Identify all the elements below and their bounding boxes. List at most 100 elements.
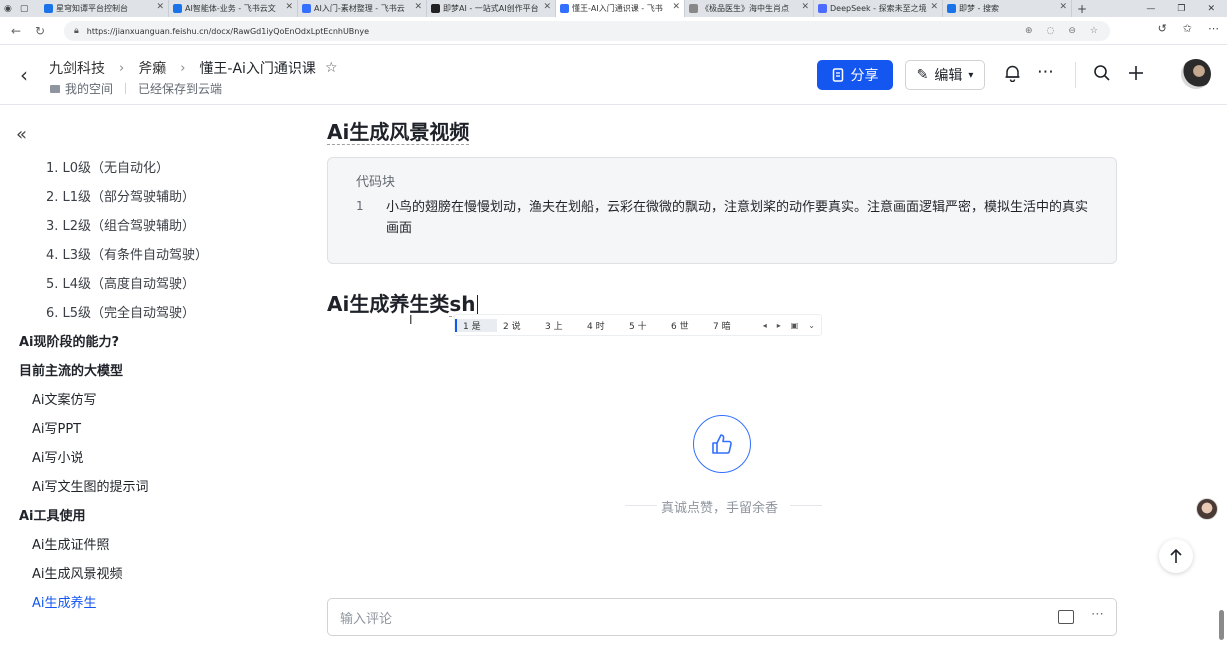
thumbs-up-icon <box>712 434 732 454</box>
browser-tab[interactable]: 懂王-AI入门通识课 - 飞书 ✕ <box>556 0 685 17</box>
doc-subinfo: 我的空间 已经保存到云端 <box>50 80 222 97</box>
close-tab-icon[interactable]: ✕ <box>285 2 293 12</box>
toc-item[interactable]: 6. L5级（完全自动驾驶） <box>46 302 195 321</box>
close-tab-icon[interactable]: ✕ <box>543 2 551 12</box>
close-tab-icon[interactable]: ✕ <box>672 2 680 12</box>
heading-landscape-video[interactable]: Ai生成风景视频 <box>327 116 470 145</box>
browser-tab[interactable]: 《极品医生》海中生肖点 ✕ <box>685 0 814 17</box>
ime-candidate[interactable]: 6 世 <box>665 319 707 332</box>
close-tab-icon[interactable]: ✕ <box>930 2 938 12</box>
code-block-label: 代码块 <box>356 175 396 190</box>
crumb-org[interactable]: 九剑科技 <box>49 58 105 78</box>
crumb-doc-title[interactable]: 懂王-Ai入门通识课 <box>199 58 316 78</box>
close-tab-icon[interactable]: ✕ <box>156 2 164 12</box>
bell-icon[interactable] <box>1004 64 1021 87</box>
toc-item[interactable]: Ai写文生图的提示词 <box>32 476 149 495</box>
close-tab-icon[interactable]: ✕ <box>1059 2 1067 12</box>
avatar[interactable] <box>1181 59 1211 89</box>
assistant-avatar[interactable] <box>1196 498 1218 520</box>
toc-item[interactable]: Ai文案仿写 <box>32 389 97 408</box>
scrollbar-thumb[interactable] <box>1219 610 1224 640</box>
lock-icon[interactable]: 🔒︎ <box>74 26 79 36</box>
add-icon[interactable] <box>1127 64 1145 87</box>
ime-controls: ◂ ▸ ▣ ⌄ <box>763 321 821 330</box>
menu-dots-icon[interactable]: ⋯ <box>1208 22 1219 35</box>
tab-actions-icon[interactable]: ▢ <box>20 4 29 14</box>
browser-tab[interactable]: AI智能体-业务 - 飞书云文 ✕ <box>169 0 298 17</box>
heading-health-editing[interactable]: Ai生成养生类sh <box>327 288 478 317</box>
breadcrumb: 九剑科技 › 斧癞 › 懂王-Ai入门通识课 ☆ <box>49 58 338 78</box>
toc-item[interactable]: Ai现阶段的能力? <box>19 331 119 350</box>
tab-favicon-icon <box>173 4 182 13</box>
chevron-down-icon[interactable]: ⌄ <box>808 321 815 330</box>
tab-label: DeepSeek - 探索未至之境 <box>830 4 927 13</box>
toc-item[interactable]: 1. L0级（无自动化） <box>46 157 169 176</box>
share-button[interactable]: 分享 <box>817 60 893 90</box>
back-to-top-button[interactable] <box>1159 539 1193 573</box>
ime-candidate[interactable]: 4 时 <box>581 319 623 332</box>
back-arrow-icon[interactable]: ← <box>4 24 28 38</box>
toc-item[interactable]: 5. L4级（高度自动驾驶） <box>46 273 195 292</box>
extension-icon[interactable]: ◌ <box>1047 26 1055 36</box>
toc-item[interactable]: Ai写小说 <box>32 447 84 466</box>
chevron-right-icon: › <box>119 60 125 76</box>
tab-strip: 星穹知谭平台控制台 ✕ AI智能体-业务 - 飞书云文 ✕ AI入门-素材整理 - 飞书… <box>40 0 1072 17</box>
url-field[interactable]: 🔒︎ https://jianxuanguan.feishu.cn/docx/R… <box>64 21 1110 41</box>
ime-candidate[interactable]: 3 上 <box>539 319 581 332</box>
save-status: 已经保存到云端 <box>138 82 223 96</box>
close-window-icon[interactable]: ✕ <box>1207 4 1215 14</box>
toc-item[interactable]: 3. L2级（组合驾驶辅助） <box>46 215 195 234</box>
close-tab-icon[interactable]: ✕ <box>414 2 422 12</box>
toc-sidebar: « 1. L0级（无自动化） 2. L1级（部分驾驶辅助） 3. L2级（组合驾驶辅… <box>0 106 300 658</box>
restore-icon[interactable]: ❐ <box>1177 4 1185 14</box>
browser-tab[interactable]: 即梦 - 搜索 ✕ <box>943 0 1072 17</box>
toc-item[interactable]: 2. L1级（部分驾驶辅助） <box>46 186 195 205</box>
reload-icon[interactable]: ↻ <box>28 24 52 38</box>
ime-candidate[interactable]: 5 十 <box>623 319 665 332</box>
more-dots-icon[interactable]: ⋯ <box>1091 607 1104 622</box>
star-icon[interactable]: ☆ <box>325 60 338 76</box>
more-icon[interactable]: ⊖ <box>1068 26 1076 36</box>
tab-label: AI入门-素材整理 - 飞书云 <box>314 4 405 13</box>
space-link[interactable]: 我的空间 <box>65 80 113 97</box>
sync-icon[interactable]: ↺ <box>1158 22 1167 35</box>
tab-label: 即梦AI - 一站式AI创作平台 <box>443 4 539 13</box>
favorites-icon[interactable]: ✩ <box>1183 22 1192 35</box>
toc-item[interactable]: Ai生成风景视频 <box>32 563 123 582</box>
like-button[interactable] <box>693 415 751 473</box>
close-tab-icon[interactable]: ✕ <box>801 2 809 12</box>
toc-item[interactable]: Ai生成养生 <box>32 592 97 611</box>
ime-candidate[interactable]: 1 是 <box>455 318 497 332</box>
toc-item[interactable]: 目前主流的大模型 <box>19 360 123 379</box>
new-tab-button[interactable]: + <box>1072 2 1092 16</box>
tab-favicon-icon <box>44 4 53 13</box>
favorite-star-icon[interactable]: ☆ <box>1090 26 1098 36</box>
search-icon[interactable] <box>1093 64 1111 87</box>
next-page-icon[interactable]: ▸ <box>777 321 781 330</box>
code-block[interactable]: 代码块 1 小鸟的翅膀在慢慢划动，渔夫在划船，云彩在微微的飘动，注意划桨的动作要… <box>327 157 1117 264</box>
ime-candidate[interactable]: 2 说 <box>497 319 539 332</box>
browser-tab[interactable]: 即梦AI - 一站式AI创作平台 ✕ <box>427 0 556 17</box>
code-line[interactable]: 小鸟的翅膀在慢慢划动，渔夫在划船，云彩在微微的飘动，注意划桨的动作要真实。注意画… <box>386 197 1096 239</box>
comment-input[interactable]: 输入评论 ⋯ <box>327 598 1117 636</box>
back-chevron-icon[interactable]: ‹ <box>20 63 28 87</box>
browser-tab[interactable]: AI入门-素材整理 - 飞书云 ✕ <box>298 0 427 17</box>
edit-mode-button[interactable]: ✎ 编辑 ▾ <box>905 60 985 90</box>
toc-item[interactable]: Ai写PPT <box>32 418 81 437</box>
toc-item[interactable]: Ai工具使用 <box>19 505 86 524</box>
collapse-sidebar-icon[interactable]: « <box>16 124 27 145</box>
prev-page-icon[interactable]: ◂ <box>763 321 767 330</box>
profile-icon[interactable]: ◉ <box>4 4 12 14</box>
toc-item[interactable]: 4. L3级（有条件自动驾驶） <box>46 244 208 263</box>
tab-favicon-icon <box>947 4 956 13</box>
crumb-folder[interactable]: 斧癞 <box>138 58 166 78</box>
image-icon[interactable] <box>1058 610 1074 624</box>
minimize-icon[interactable]: — <box>1146 4 1155 14</box>
zoom-icon[interactable]: ⊕ <box>1025 26 1033 36</box>
toc-item[interactable]: Ai生成证件照 <box>32 534 110 553</box>
more-dots-icon[interactable]: ⋯ <box>1037 62 1054 82</box>
ime-settings-icon[interactable]: ▣ <box>791 321 799 330</box>
ime-candidate[interactable]: 7 暗 <box>707 319 749 332</box>
browser-tab[interactable]: 星穹知谭平台控制台 ✕ <box>40 0 169 17</box>
browser-tab[interactable]: DeepSeek - 探索未至之境 ✕ <box>814 0 943 17</box>
